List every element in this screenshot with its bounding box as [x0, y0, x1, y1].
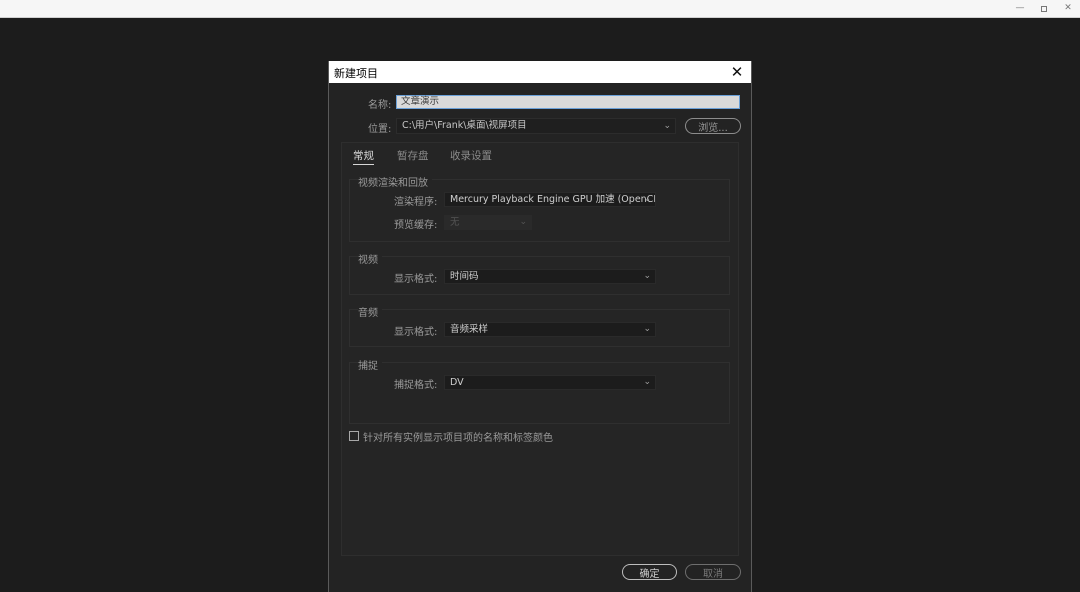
audio-display-format-label: 显示格式: — [394, 323, 437, 338]
tab-general[interactable]: 常规 — [353, 148, 374, 165]
video-render-section: 视频渲染和回放 渲染程序: Mercury Playback Engine GP… — [349, 179, 730, 242]
section-title: 视频 — [358, 251, 382, 266]
window-titlebar: — ✕ — [0, 0, 1080, 18]
settings-panel: 常规 暂存盘 收录设置 视频渲染和回放 渲染程序: Mercury Playba… — [341, 142, 739, 556]
audio-display-format-value: 音频采样 — [450, 324, 488, 335]
dialog-close-icon[interactable]: ✕ — [727, 62, 747, 82]
new-project-dialog: 新建项目 ✕ 名称: 文章演示 位置: C:\用户\Frank\桌面\视屏项目 … — [328, 61, 752, 592]
dialog-titlebar: 新建项目 ✕ — [329, 61, 751, 83]
show-label-colors-label: 针对所有实例显示项目项的名称和标签颜色 — [363, 429, 553, 444]
video-section: 视频 显示格式: 时间码 ⌄ — [349, 256, 730, 295]
chevron-down-icon: ⌄ — [663, 119, 671, 133]
chevron-down-icon: ⌄ — [643, 270, 651, 283]
renderer-value: Mercury Playback Engine GPU 加速 (OpenCL) — [450, 194, 656, 205]
name-label: 名称: — [368, 96, 391, 111]
video-display-format-value: 时间码 — [450, 271, 479, 282]
cancel-button[interactable]: 取消 — [685, 564, 741, 580]
minimize-icon[interactable]: — — [1008, 0, 1032, 17]
capture-section: 捕捉 捕捉格式: DV ⌄ — [349, 362, 730, 424]
preview-cache-label: 预览缓存: — [394, 216, 437, 231]
location-value: C:\用户\Frank\桌面\视屏项目 — [402, 120, 527, 131]
close-icon[interactable]: ✕ — [1056, 0, 1080, 17]
browse-button[interactable]: 浏览... — [685, 118, 741, 134]
maximize-icon[interactable] — [1032, 0, 1056, 17]
section-title: 捕捉 — [358, 357, 382, 372]
ok-button[interactable]: 确定 — [622, 564, 677, 580]
renderer-select[interactable]: Mercury Playback Engine GPU 加速 (OpenCL) … — [444, 192, 656, 207]
location-label: 位置: — [368, 120, 391, 135]
section-title: 视频渲染和回放 — [358, 174, 432, 189]
chevron-down-icon: ⌄ — [643, 193, 651, 206]
preview-cache-value: 无 — [450, 217, 460, 228]
video-display-format-select[interactable]: 时间码 ⌄ — [444, 269, 656, 284]
capture-format-select[interactable]: DV ⌄ — [444, 375, 656, 390]
audio-section: 音频 显示格式: 音频采样 ⌄ — [349, 309, 730, 347]
section-title: 音频 — [358, 304, 382, 319]
tab-scratch-disks[interactable]: 暂存盘 — [397, 148, 429, 163]
chevron-down-icon: ⌄ — [519, 216, 527, 229]
dialog-title: 新建项目 — [334, 65, 378, 81]
renderer-label: 渲染程序: — [394, 193, 437, 208]
capture-format-value: DV — [450, 377, 464, 388]
capture-format-label: 捕捉格式: — [394, 376, 437, 391]
chevron-down-icon: ⌄ — [643, 376, 651, 389]
audio-display-format-select[interactable]: 音频采样 ⌄ — [444, 322, 656, 337]
preview-cache-select: 无 ⌄ — [444, 215, 532, 230]
location-select[interactable]: C:\用户\Frank\桌面\视屏项目 ⌄ — [396, 118, 676, 134]
chevron-down-icon: ⌄ — [643, 323, 651, 336]
project-name-input[interactable]: 文章演示 — [396, 95, 740, 109]
video-display-format-label: 显示格式: — [394, 270, 437, 285]
show-label-colors-checkbox[interactable] — [349, 431, 359, 441]
tab-ingest-settings[interactable]: 收录设置 — [450, 148, 492, 163]
